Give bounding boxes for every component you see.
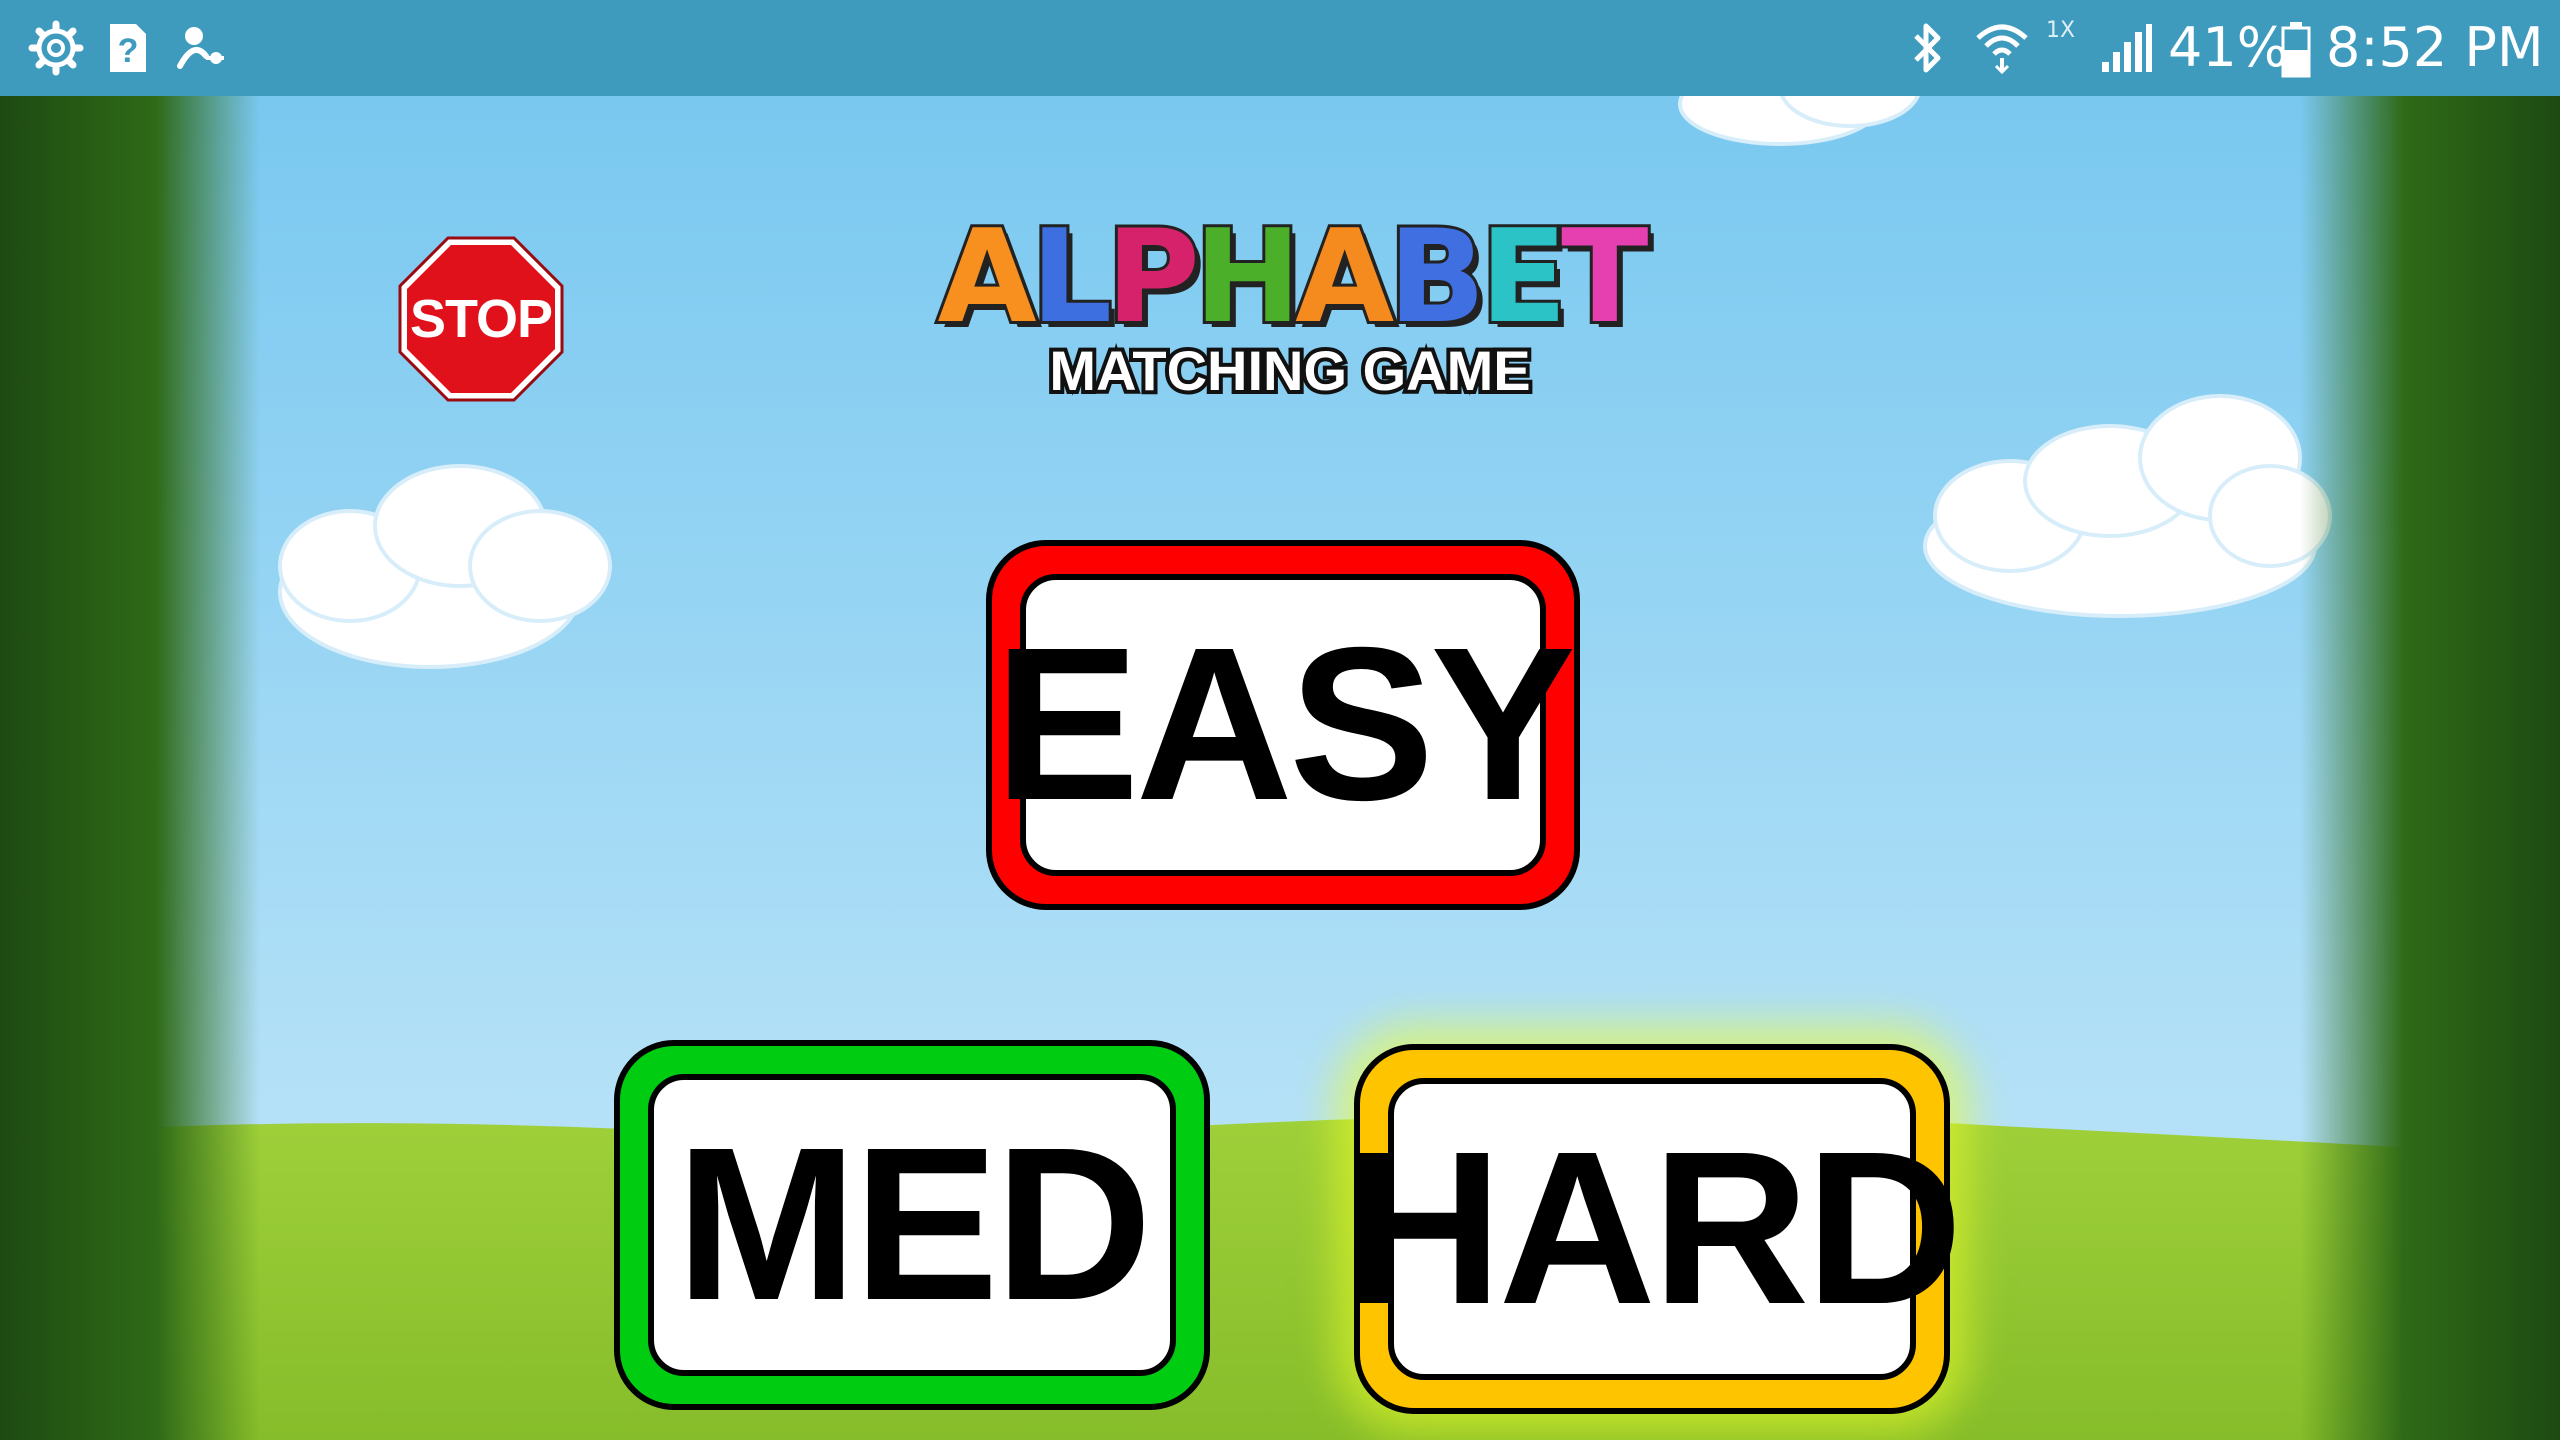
logo-letter: A: [935, 203, 1040, 352]
stop-label: STOP: [409, 289, 553, 349]
hard-button[interactable]: HARD: [1345, 1044, 1963, 1414]
status-bar: ? 1X 41% 8:52 PM: [0, 0, 2560, 96]
logo-subtitle: MATCHING GAME: [1045, 335, 1534, 406]
logo-letter: T: [1558, 203, 1651, 352]
settings-gear-icon: [28, 20, 84, 80]
person-share-icon: [176, 22, 228, 78]
logo-letter: P: [1103, 203, 1203, 352]
logo-letter: H: [1191, 203, 1304, 352]
easy-button-face: EASY: [994, 574, 1576, 876]
med-label: MED: [675, 1103, 1152, 1346]
logo-title: ALPHABET: [900, 203, 1680, 352]
logo-letter: B: [1385, 203, 1489, 352]
easy-label: EASY: [994, 603, 1576, 846]
stop-button[interactable]: STOP: [396, 234, 566, 404]
hard-label: HARD: [1345, 1107, 1963, 1350]
game-scene: STOP ALPHABET MATCHING GAME EASY MED HAR…: [0, 96, 2560, 1440]
cell-signal-icon: [2098, 20, 2154, 80]
signal-rate-label: 1X: [2046, 18, 2076, 43]
bluetooth-icon: [1908, 20, 1948, 80]
svg-text:?: ?: [118, 32, 139, 70]
game-screen: ? 1X 41% 8:52 PM STOP ALPHABET MATCHING …: [0, 0, 2560, 1440]
wifi-icon: [1972, 18, 2032, 78]
med-button[interactable]: MED: [614, 1040, 1210, 1410]
sim-unknown-icon: ?: [106, 20, 150, 80]
game-logo: ALPHABET MATCHING GAME: [900, 203, 1680, 408]
easy-button[interactable]: EASY: [986, 540, 1580, 910]
med-button-face: MED: [648, 1074, 1176, 1376]
battery-icon: [2280, 20, 2312, 82]
logo-letter: E: [1477, 203, 1571, 352]
logo-letter: L: [1028, 203, 1115, 352]
battery-percent: 41%: [2168, 16, 2289, 79]
clock-time: 8:52 PM: [2326, 16, 2544, 79]
hard-button-face: HARD: [1345, 1078, 1963, 1380]
logo-letter: A: [1292, 203, 1397, 352]
